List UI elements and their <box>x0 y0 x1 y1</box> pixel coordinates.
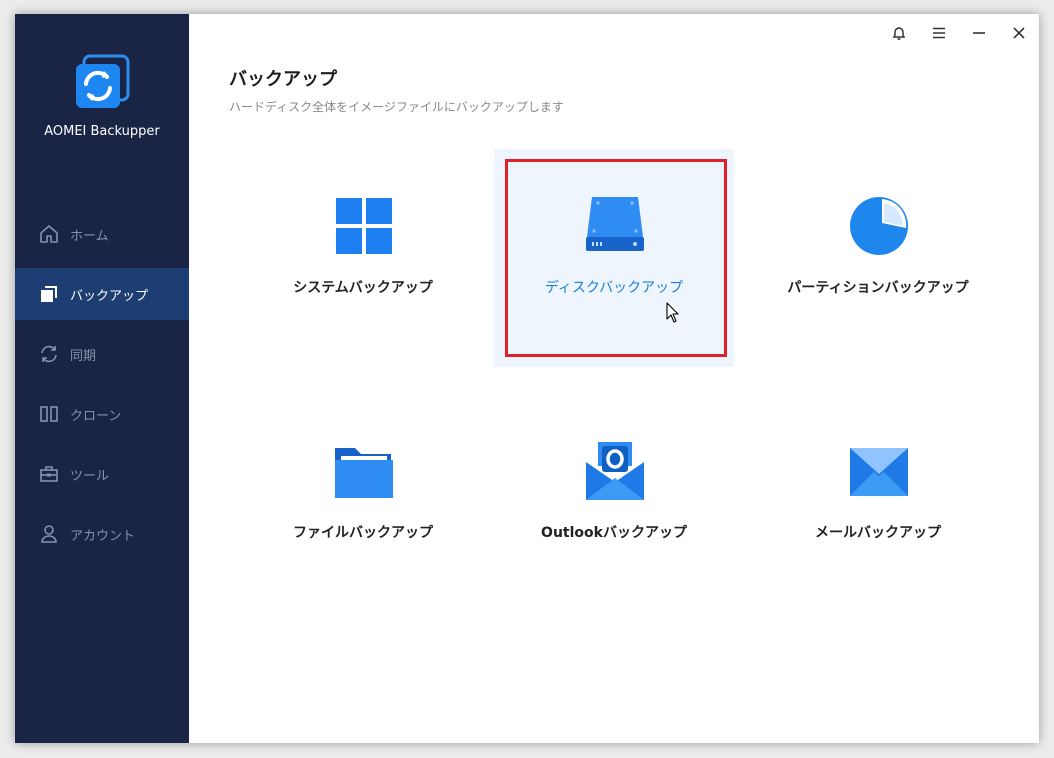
minimize-icon <box>971 25 987 45</box>
sidebar-item-label: ツール <box>70 468 110 484</box>
clone-icon <box>38 403 60 425</box>
disk-icon <box>584 195 646 257</box>
tile-label: メールバックアップ <box>815 525 941 541</box>
app-name: AOMEI Backupper <box>44 124 160 139</box>
page-title: バックアップ <box>229 69 337 90</box>
windows-icon <box>333 195 395 257</box>
sidebar: AOMEI Backupper ホーム バックアップ 同期 クローン ツール ア… <box>15 14 189 743</box>
tile-label: Outlookバックアップ <box>541 525 687 541</box>
tile-system-backup[interactable]: システムバックアップ <box>243 149 483 367</box>
tile-file-backup[interactable]: ファイルバックアップ <box>243 394 483 612</box>
page-subtitle: ハードディスク全体をイメージファイルにバックアップします <box>229 100 564 114</box>
tile-mail-backup[interactable]: メールバックアップ <box>758 394 998 612</box>
menu-button[interactable] <box>926 24 952 46</box>
sidebar-item-backup[interactable]: バックアップ <box>15 268 189 320</box>
backup-icon <box>38 283 60 305</box>
sidebar-item-sync[interactable]: 同期 <box>15 328 189 380</box>
tile-label: システムバックアップ <box>293 280 433 296</box>
bell-icon <box>891 25 907 45</box>
menu-icon <box>931 25 947 45</box>
mouse-cursor-icon <box>666 302 680 328</box>
home-icon <box>38 223 60 245</box>
tile-outlook-backup[interactable]: Outlookバックアップ <box>494 394 734 612</box>
app-logo <box>15 54 189 114</box>
sidebar-item-clone[interactable]: クローン <box>15 388 189 440</box>
sidebar-item-tools[interactable]: ツール <box>15 448 189 500</box>
sidebar-item-label: 同期 <box>70 348 97 364</box>
sidebar-item-label: アカウント <box>70 528 136 544</box>
sidebar-nav: ホーム バックアップ 同期 クローン ツール アカウント <box>15 208 189 568</box>
folder-icon <box>333 440 395 502</box>
tile-label: ファイルバックアップ <box>293 525 433 541</box>
minimize-button[interactable] <box>966 24 992 46</box>
sidebar-item-label: ホーム <box>70 228 109 244</box>
outlook-icon <box>584 440 646 502</box>
sidebar-item-account[interactable]: アカウント <box>15 508 189 560</box>
close-icon <box>1011 25 1027 45</box>
user-icon <box>38 523 60 545</box>
main-content: バックアップ ハードディスク全体をイメージファイルにバックアップします システム… <box>189 14 1039 743</box>
tile-label: ディスクバックアップ <box>544 280 684 296</box>
toolbox-icon <box>38 463 60 485</box>
app-window: AOMEI Backupper ホーム バックアップ 同期 クローン ツール ア… <box>15 14 1039 743</box>
sidebar-item-home[interactable]: ホーム <box>15 208 189 260</box>
notification-button[interactable] <box>886 24 912 46</box>
tile-partition-backup[interactable]: パーティションバックアップ <box>758 149 998 367</box>
sidebar-item-label: バックアップ <box>70 288 149 304</box>
tile-label: パーティションバックアップ <box>787 280 969 296</box>
mail-icon <box>848 440 910 502</box>
pie-icon <box>848 195 910 257</box>
sidebar-item-label: クローン <box>70 408 122 424</box>
tile-disk-backup[interactable]: ディスクバックアップ <box>494 149 734 367</box>
aomei-logo-icon <box>72 54 132 114</box>
sync-icon <box>38 343 60 365</box>
close-button[interactable] <box>1006 24 1032 46</box>
